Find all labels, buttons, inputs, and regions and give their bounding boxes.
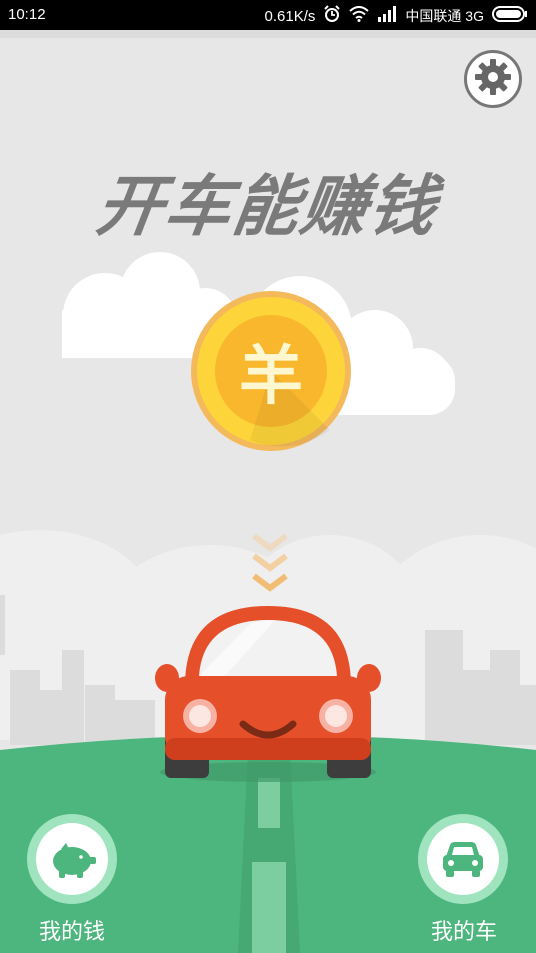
status-bar: 10:12 0.61K/s 中国联通 3G	[0, 0, 536, 30]
piggy-bank-icon	[53, 843, 96, 878]
signal-icon	[377, 6, 397, 26]
coin-symbol: 羊	[239, 340, 303, 414]
my-car-button[interactable]	[418, 814, 508, 904]
carrier-label: 中国联通 3G	[405, 8, 484, 24]
my-car-label[interactable]: 我的车	[404, 914, 524, 946]
my-money-button-inner	[36, 823, 108, 895]
gear-icon	[473, 57, 513, 101]
my-car-button-inner	[427, 823, 499, 895]
settings-button[interactable]	[464, 50, 522, 108]
headline-title: 开车能赚钱	[91, 168, 443, 245]
coin-button[interactable]: 羊	[190, 290, 352, 452]
alarm-icon	[323, 5, 341, 27]
my-money-label[interactable]: 我的钱	[12, 914, 132, 946]
network-speed: 0.61K/s	[264, 7, 316, 25]
app-screen: 开车能赚钱 羊 我的钱 我的车	[0, 30, 536, 953]
status-right: 0.61K/s 中国联通 3G	[265, 5, 528, 27]
wifi-icon	[349, 6, 370, 26]
status-time: 10:12	[8, 6, 46, 23]
car-illustration[interactable]	[155, 606, 381, 784]
my-money-button[interactable]	[27, 814, 117, 904]
down-chevrons-icon	[252, 533, 288, 592]
car-icon	[443, 842, 483, 877]
battery-icon	[492, 5, 528, 27]
